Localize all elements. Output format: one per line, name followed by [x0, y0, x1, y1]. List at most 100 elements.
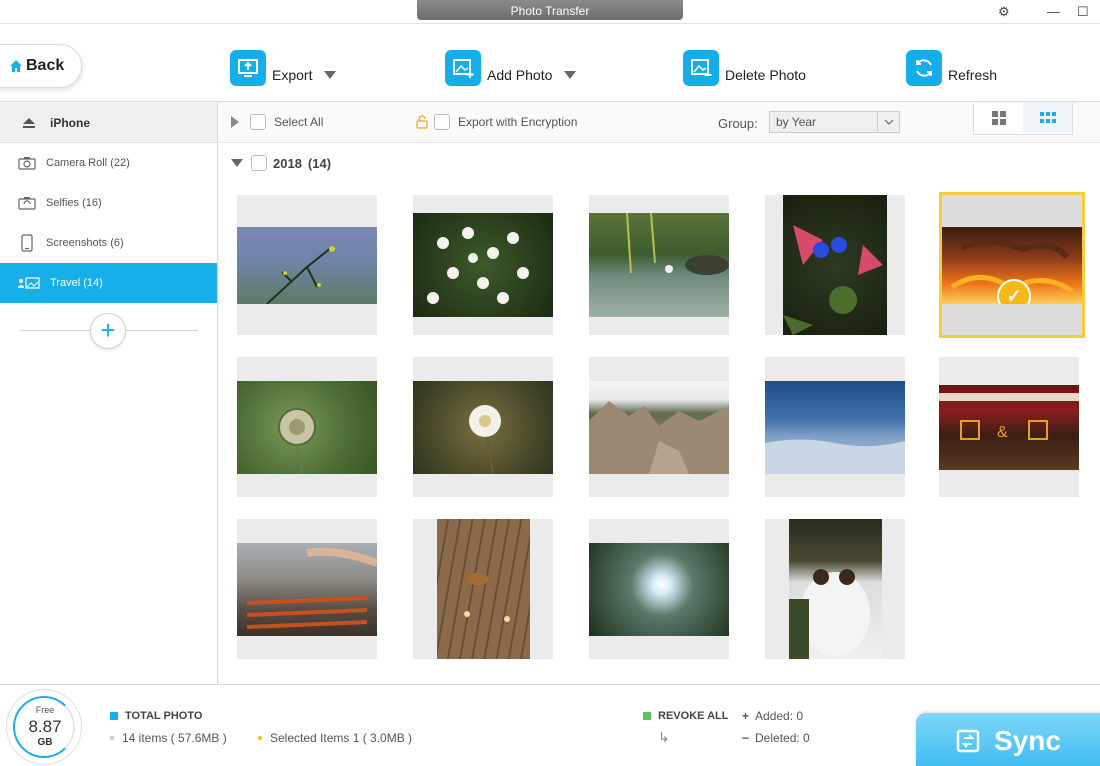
selected-text: Selected Items 1 ( 3.0MB ) [270, 731, 413, 745]
maximize-button[interactable]: ☐ [1077, 4, 1089, 20]
photo-thumbnail-selected[interactable]: ✓ [939, 192, 1085, 338]
add-photo-dropdown-icon[interactable] [564, 71, 577, 79]
small-grid-icon [1039, 112, 1056, 123]
photo-thumbnail[interactable] [237, 519, 377, 659]
plus-icon: + [742, 709, 750, 723]
group-select[interactable]: by Year [769, 111, 900, 133]
sidebar-item-label: Screenshots (6) [46, 237, 124, 249]
add-photo-icon [445, 50, 481, 86]
deleted-count: − Deleted: 0 [742, 731, 810, 745]
export-dropdown-icon[interactable] [324, 71, 337, 79]
export-icon [230, 50, 266, 86]
checkbox[interactable] [434, 114, 450, 130]
photo-thumbnail[interactable]: & [939, 357, 1079, 497]
group-select-value: by Year [776, 115, 817, 129]
sidebar-item-label: Travel (14) [50, 277, 103, 289]
sidebar-item-selfies[interactable]: Selfies (16) [0, 183, 217, 223]
items-text: 14 items ( 57.6MB ) [122, 731, 227, 745]
year-group-header[interactable]: 2018 (14) [231, 155, 331, 171]
photo-thumbnail[interactable] [765, 195, 905, 335]
photo-thumbnail[interactable] [237, 195, 377, 335]
sync-label: Sync [994, 725, 1061, 756]
add-album-row: + [0, 303, 217, 359]
sidebar-item-label: Camera Roll (22) [46, 157, 130, 169]
sync-button[interactable]: Sync [916, 713, 1100, 766]
revoke-arrow-icon: ↳ [658, 729, 670, 745]
sidebar-item-screenshots[interactable]: Screenshots (6) [0, 223, 217, 263]
selected-summary: Selected Items 1 ( 3.0MB ) [258, 731, 412, 745]
delete-photo-icon [683, 50, 719, 86]
refresh-button[interactable]: Refresh [906, 50, 997, 86]
photo-thumbnail[interactable] [589, 195, 729, 335]
chevron-down-icon[interactable] [877, 112, 899, 132]
revoke-all-label: REVOKE ALL [658, 710, 729, 722]
album-icon [18, 277, 40, 289]
export-encryption-label: Export with Encryption [458, 115, 578, 129]
items-dot-icon [110, 736, 114, 740]
photo-thumbnail[interactable] [765, 357, 905, 497]
settings-gear-icon[interactable]: ⚙ [998, 4, 1010, 20]
selected-dot-icon [258, 736, 262, 740]
back-button[interactable]: Back [0, 44, 82, 88]
expand-icon[interactable] [231, 159, 243, 167]
sync-icon [956, 729, 980, 753]
filter-bar: Select All Export with Encryption Group:… [219, 103, 1100, 143]
items-summary: 14 items ( 57.6MB ) [110, 731, 227, 745]
view-mode-tabs [973, 103, 1073, 135]
small-grid-view-button[interactable] [1023, 103, 1072, 133]
svg-text:&: & [997, 424, 1008, 441]
lock-icon [416, 115, 428, 129]
refresh-icon [906, 50, 942, 86]
revoke-square-icon [643, 712, 651, 720]
checkbox[interactable] [250, 114, 266, 130]
delete-photo-button[interactable]: Delete Photo [683, 50, 806, 86]
photo-thumbnail[interactable] [413, 357, 553, 497]
export-encryption-checkbox[interactable]: Export with Encryption [416, 114, 577, 130]
added-text: Added: 0 [755, 709, 804, 723]
status-footer: Free 8.87 GB TOTAL PHOTO 14 items ( 57.6… [0, 684, 1100, 766]
device-header[interactable]: iPhone [0, 103, 217, 143]
large-grid-view-button[interactable] [974, 103, 1023, 133]
photo-thumbnail[interactable] [237, 357, 377, 497]
total-photo-heading: TOTAL PHOTO [110, 710, 202, 722]
select-all-checkbox[interactable]: Select All [250, 114, 323, 130]
delete-photo-label: Delete Photo [725, 67, 806, 83]
export-button[interactable]: Export [230, 50, 337, 86]
sidebar: iPhone Camera Roll (22) Selfies (16) Scr… [0, 103, 218, 684]
add-photo-button[interactable]: Add Photo [445, 50, 577, 86]
sidebar-item-camera-roll[interactable]: Camera Roll (22) [0, 143, 217, 183]
title-bar: Photo Transfer ⚙ — ☐ [0, 0, 1100, 24]
selfie-icon [18, 197, 36, 210]
select-all-label: Select All [274, 115, 324, 129]
sidebar-item-label: Selfies (16) [46, 197, 102, 209]
revoke-all-button[interactable]: REVOKE ALL [643, 710, 729, 722]
minus-icon: − [742, 731, 750, 745]
storage-value: 8.87 [28, 717, 62, 736]
year-label: 2018 [273, 155, 302, 171]
total-square-icon [110, 712, 118, 720]
year-checkbox[interactable] [251, 155, 267, 171]
sidebar-item-travel[interactable]: Travel (14) [0, 263, 217, 303]
year-count: (14) [307, 155, 332, 171]
photo-thumbnail[interactable] [589, 357, 729, 497]
home-icon [10, 60, 22, 72]
photo-thumbnail[interactable] [765, 519, 905, 659]
photo-thumbnail[interactable] [413, 519, 553, 659]
camera-icon [18, 157, 36, 170]
back-label: Back [26, 57, 65, 74]
add-photo-label: Add Photo [487, 67, 553, 83]
total-photo-label: TOTAL PHOTO [125, 710, 203, 722]
export-label: Export [272, 67, 313, 83]
eject-icon[interactable] [22, 117, 36, 129]
photo-thumbnail[interactable] [413, 195, 553, 335]
photo-panel: Select All Export with Encryption Group:… [219, 103, 1100, 684]
storage-gauge: Free 8.87 GB [6, 689, 82, 765]
storage-free-label: Free [35, 705, 55, 715]
add-album-button[interactable]: + [90, 313, 126, 349]
refresh-label: Refresh [948, 67, 998, 83]
photo-thumbnail[interactable] [589, 519, 729, 659]
photo-grid: ✓ & [237, 192, 1097, 665]
minimize-button[interactable]: — [1047, 4, 1060, 19]
group-label: Group: [718, 116, 758, 131]
collapse-toggle-icon[interactable] [231, 116, 239, 128]
